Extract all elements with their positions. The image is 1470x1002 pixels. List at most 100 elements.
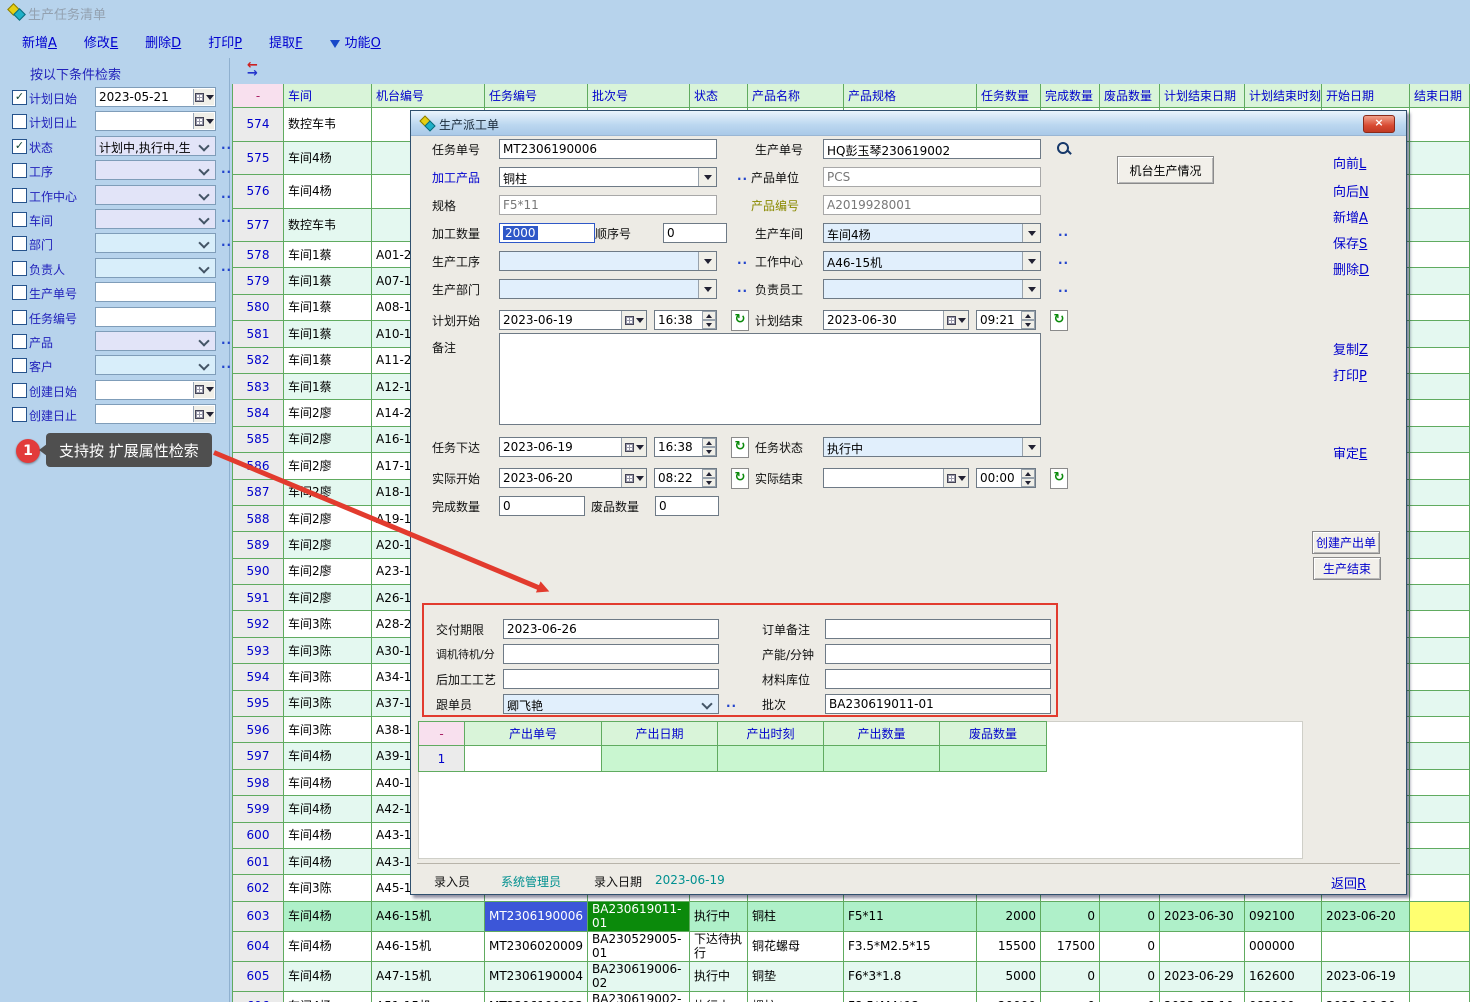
cell-plan_end_time[interactable]: 082100: [1245, 992, 1322, 1002]
cell-spec[interactable]: F3.5*M2.5*15: [844, 932, 977, 962]
work_center-select[interactable]: A46-15机: [823, 251, 1041, 271]
cell-end_date[interactable]: [1410, 962, 1470, 992]
cell-scrap[interactable]: 0: [1100, 902, 1160, 932]
cell-task[interactable]: MT2306020009: [485, 932, 588, 962]
toolbar-item-功能[interactable]: 功能O: [330, 32, 381, 51]
select-部门[interactable]: [95, 233, 216, 253]
more-button[interactable]: ..: [1058, 225, 1069, 239]
deliver-input[interactable]: 2023-06-26: [503, 619, 719, 639]
cell-status[interactable]: 执行中: [690, 992, 748, 1002]
cell-workshop[interactable]: 车间2廖: [284, 532, 372, 558]
more-button[interactable]: ..: [221, 333, 232, 347]
cell-end_date[interactable]: [1410, 559, 1470, 585]
calendar-icon[interactable]: [621, 469, 646, 487]
cell-task[interactable]: MT2306190004: [485, 962, 588, 992]
dropdown-button[interactable]: [698, 168, 716, 186]
column-header-任务编号[interactable]: 任务编号: [485, 84, 588, 108]
cell-workshop[interactable]: 车间4杨: [284, 142, 372, 176]
more-button[interactable]: ..: [221, 187, 232, 201]
cell-workshop[interactable]: 车间1蔡: [284, 348, 372, 374]
cell-workshop[interactable]: 车间1蔡: [284, 321, 372, 347]
cell-plan_end_date[interactable]: 2023-06-30: [1160, 902, 1245, 932]
cell-num[interactable]: 599: [232, 796, 284, 822]
cell-end_date[interactable]: [1410, 585, 1470, 611]
cell-spec[interactable]: F6*3*1.8: [844, 962, 977, 992]
workshop-select[interactable]: 车间4杨: [823, 223, 1041, 243]
cell-end_date[interactable]: [1410, 295, 1470, 321]
cell-num[interactable]: 584: [232, 400, 284, 426]
cell-end_date[interactable]: [1410, 823, 1470, 849]
cell-workshop[interactable]: 车间2廖: [284, 559, 372, 585]
more-button[interactable]: ..: [1058, 281, 1069, 295]
cell-plan_end_time[interactable]: 162600: [1245, 962, 1322, 992]
cell-workshop[interactable]: 车间1蔡: [284, 374, 372, 400]
cell-workshop[interactable]: 车间4杨: [284, 902, 372, 932]
refresh-icon[interactable]: ↻: [731, 437, 749, 458]
toolbar-item-新增[interactable]: 新增A: [22, 32, 57, 51]
cell-end_date[interactable]: [1410, 268, 1470, 294]
cell-end_date[interactable]: [1410, 142, 1470, 176]
cell-workshop[interactable]: 车间2廖: [284, 453, 372, 479]
date-input-创建日止[interactable]: [95, 404, 216, 424]
refresh-icon[interactable]: ↻: [1050, 468, 1068, 489]
cell-end_date[interactable]: [1410, 875, 1470, 901]
spin-down-icon[interactable]: [1021, 320, 1035, 329]
actual_end-time-input[interactable]: 00:00: [976, 468, 1036, 488]
cell-status[interactable]: 执行中: [690, 902, 748, 932]
toolbar-item-打印[interactable]: 打印P: [208, 32, 242, 51]
cell-end_date[interactable]: [1410, 902, 1470, 932]
cell-status[interactable]: 下达待执行: [690, 932, 748, 962]
cell-workshop[interactable]: 车间4杨: [284, 823, 372, 849]
cell-workshop[interactable]: 车间4杨: [284, 770, 372, 796]
machine-status-button[interactable]: 机台生产情况: [1117, 156, 1214, 184]
cell-end_date[interactable]: [1410, 108, 1470, 142]
order_note-input[interactable]: [825, 619, 1051, 639]
cell-end_date[interactable]: [1410, 480, 1470, 506]
refresh-icon[interactable]: ↻: [731, 468, 749, 489]
cell-workshop[interactable]: 车间3陈: [284, 611, 372, 637]
cell-num[interactable]: 574: [232, 108, 284, 142]
column-header--[interactable]: -: [232, 84, 284, 108]
checkbox-创建日始[interactable]: [12, 383, 27, 398]
checkbox-客户[interactable]: [12, 358, 27, 373]
cell-workshop[interactable]: 车间4杨: [284, 932, 372, 962]
table-row[interactable]: 606车间4杨A51-15机MT2306190023BA230619002-02…: [232, 992, 1470, 1002]
time-spinner[interactable]: [702, 469, 716, 487]
plan_end-time-input[interactable]: 09:21: [976, 310, 1036, 330]
toolbar-item-修改[interactable]: 修改E: [84, 32, 118, 51]
checkbox-任务编号[interactable]: [12, 310, 27, 325]
seq-input[interactable]: 0: [663, 223, 727, 243]
cell-workshop[interactable]: 车间4杨: [284, 849, 372, 875]
cell-machine[interactable]: A51-15机: [372, 992, 485, 1002]
cell-num[interactable]: 590: [232, 559, 284, 585]
cell-status[interactable]: 执行中: [690, 962, 748, 992]
plan_start-time-input[interactable]: 16:38: [654, 310, 717, 330]
cell-start_date[interactable]: [1322, 932, 1410, 962]
cell-qty[interactable]: 2000: [977, 902, 1041, 932]
more-button[interactable]: ..: [221, 162, 232, 176]
calendar-icon[interactable]: [193, 406, 214, 422]
cell-workshop[interactable]: 车间2廖: [284, 400, 372, 426]
cell-end_date[interactable]: [1410, 770, 1470, 796]
dropdown-button[interactable]: [698, 252, 716, 270]
material_loc-input[interactable]: [825, 669, 1051, 689]
output-row-number[interactable]: 1: [418, 746, 465, 772]
output-cell[interactable]: [940, 746, 1047, 772]
cell-workshop[interactable]: 车间3陈: [284, 691, 372, 717]
cell-num[interactable]: 604: [232, 932, 284, 962]
column-header-完成数量[interactable]: 完成数量: [1041, 84, 1100, 108]
checkbox-车间[interactable]: [12, 212, 27, 227]
cell-workshop[interactable]: 数控车韦: [284, 209, 372, 243]
cell-num[interactable]: 606: [232, 992, 284, 1002]
cell-workshop[interactable]: 数控车韦: [284, 108, 372, 142]
cell-scrap[interactable]: 0: [1100, 932, 1160, 962]
checkbox-部门[interactable]: [12, 236, 27, 251]
cell-workshop[interactable]: 车间4杨: [284, 992, 372, 1002]
more-button[interactable]: ..: [221, 211, 232, 225]
spin-up-icon[interactable]: [702, 469, 716, 478]
cell-end_date[interactable]: [1410, 321, 1470, 347]
time-spinner[interactable]: [1021, 311, 1035, 329]
cell-done[interactable]: 0: [1041, 902, 1100, 932]
more-button[interactable]: ..: [221, 138, 232, 152]
cell-start_date[interactable]: 2023-06-20: [1322, 902, 1410, 932]
